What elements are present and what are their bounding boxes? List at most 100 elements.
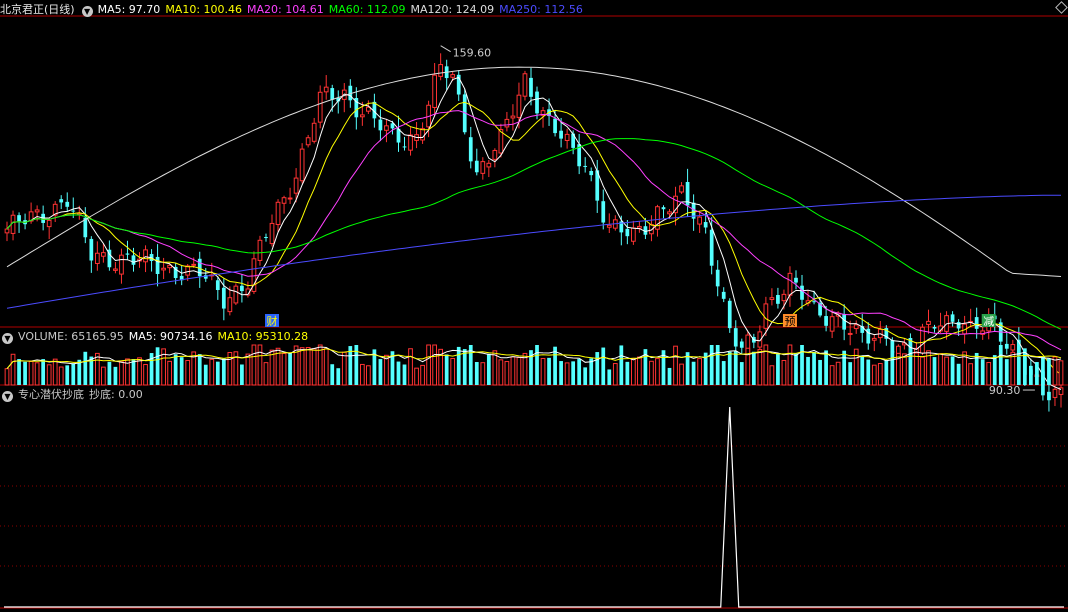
volume-bar: [751, 351, 756, 385]
candle-body: [1004, 343, 1009, 349]
volume-bar: [1035, 362, 1039, 385]
volume-bar: [739, 362, 744, 385]
volume-bar: [950, 356, 955, 385]
volume-bar: [715, 345, 720, 385]
volume-bar: [480, 362, 486, 386]
volume-bar: [884, 360, 889, 385]
volume-bar: [794, 353, 798, 385]
candle-body: [800, 285, 804, 300]
indicator-name: 专心潜伏抄底: [18, 388, 84, 401]
candle-body: [709, 229, 714, 266]
volume-bar: [420, 364, 425, 386]
volume-bar: [806, 356, 810, 385]
volume-bar: [311, 348, 317, 386]
indicator-value: 抄底: 0.00: [89, 388, 143, 401]
candle-body: [812, 301, 816, 303]
ma-line-ma20: [6, 110, 1062, 351]
volume-bar: [179, 357, 184, 385]
volume-bar: [691, 361, 696, 385]
candle-body: [853, 324, 859, 330]
volume-bar: [583, 367, 588, 385]
volume-bar: [781, 359, 787, 386]
candle-body: [65, 201, 70, 207]
candle-body: [240, 285, 244, 292]
volume-bar: [998, 345, 1003, 385]
indicator-header: ▼ 专心潜伏抄底 抄底: 0.00: [0, 387, 148, 403]
candle-body: [191, 263, 197, 266]
volume-bar: [516, 357, 522, 386]
candle-body: [59, 199, 64, 203]
ma250-label: MA250: 112.56: [499, 3, 583, 16]
candle-body: [504, 118, 510, 128]
volume-bar: [842, 350, 847, 385]
volume-bar: [932, 357, 937, 385]
volume-bar: [366, 365, 371, 386]
volume-bar: [992, 355, 997, 385]
volume-bar: [185, 359, 191, 386]
dropdown-icon[interactable]: ▼: [2, 391, 13, 402]
candle-body: [167, 264, 172, 269]
candle-body: [269, 222, 275, 245]
volume-bar: [938, 353, 943, 386]
candle-body: [293, 177, 299, 194]
volume-value: VOLUME: 65165.95: [18, 330, 124, 343]
dropdown-icon[interactable]: ▼: [81, 6, 93, 17]
volume-bar: [577, 358, 582, 385]
volume-bar: [10, 353, 16, 386]
volume-bar: [1052, 356, 1058, 386]
volume-bar: [824, 350, 828, 385]
volume-bar: [829, 365, 835, 386]
volume-bar: [535, 345, 539, 385]
volume-bar: [257, 344, 263, 386]
candle-body: [227, 297, 233, 313]
candle-body: [847, 332, 853, 335]
volume-bar: [143, 364, 148, 386]
candle-body: [408, 134, 413, 151]
volume-bar: [547, 357, 551, 385]
volume-bar: [167, 360, 172, 386]
candle-body: [221, 287, 226, 309]
volume-bar: [1010, 351, 1016, 386]
volume-bar: [444, 354, 449, 385]
volume-bar: [631, 358, 636, 386]
volume-bar: [667, 367, 672, 385]
ma20-label: MA20: 104.61: [247, 3, 324, 16]
candle-body: [125, 253, 130, 255]
stock-chart[interactable]: 159.60 90.30 财 预 减: [0, 0, 1068, 612]
volume-bar: [727, 351, 732, 385]
candle-body: [522, 73, 528, 97]
candle-body: [715, 269, 720, 287]
volume-bar: [757, 348, 763, 386]
candle-body: [311, 122, 317, 142]
volume-bar: [540, 357, 546, 386]
event-marker-label: 财: [267, 314, 278, 328]
candle-body: [721, 291, 726, 299]
volume-bar: [450, 357, 456, 386]
volume-header: ▼ VOLUME: 65165.95 MA5: 90734.16 MA10: 9531…: [0, 329, 313, 345]
volume-bar: [58, 366, 64, 386]
candle-body: [257, 239, 263, 261]
candle-body: [305, 137, 311, 146]
dropdown-icon[interactable]: ▼: [2, 333, 13, 344]
candle-body: [510, 115, 516, 119]
candle-body: [402, 146, 407, 148]
candle-body: [824, 316, 828, 326]
candle-body: [299, 148, 305, 182]
candle-body: [1052, 388, 1058, 398]
volume-bar: [384, 354, 389, 386]
candle-body: [46, 219, 52, 228]
candle-body: [384, 125, 389, 131]
event-marker-label: 减: [983, 315, 994, 328]
volume-bar: [877, 362, 883, 386]
candle-body: [564, 133, 570, 141]
candle-body: [71, 210, 76, 212]
volume-bar: [34, 362, 40, 386]
volume-bar: [288, 352, 292, 385]
volume-bar: [890, 350, 895, 385]
candle-body: [703, 222, 708, 228]
volume-bar: [721, 361, 726, 385]
volume-bar: [131, 359, 136, 385]
candle-body: [776, 295, 780, 304]
volume-bar: [655, 358, 660, 386]
event-marker-label: 预: [784, 315, 795, 328]
